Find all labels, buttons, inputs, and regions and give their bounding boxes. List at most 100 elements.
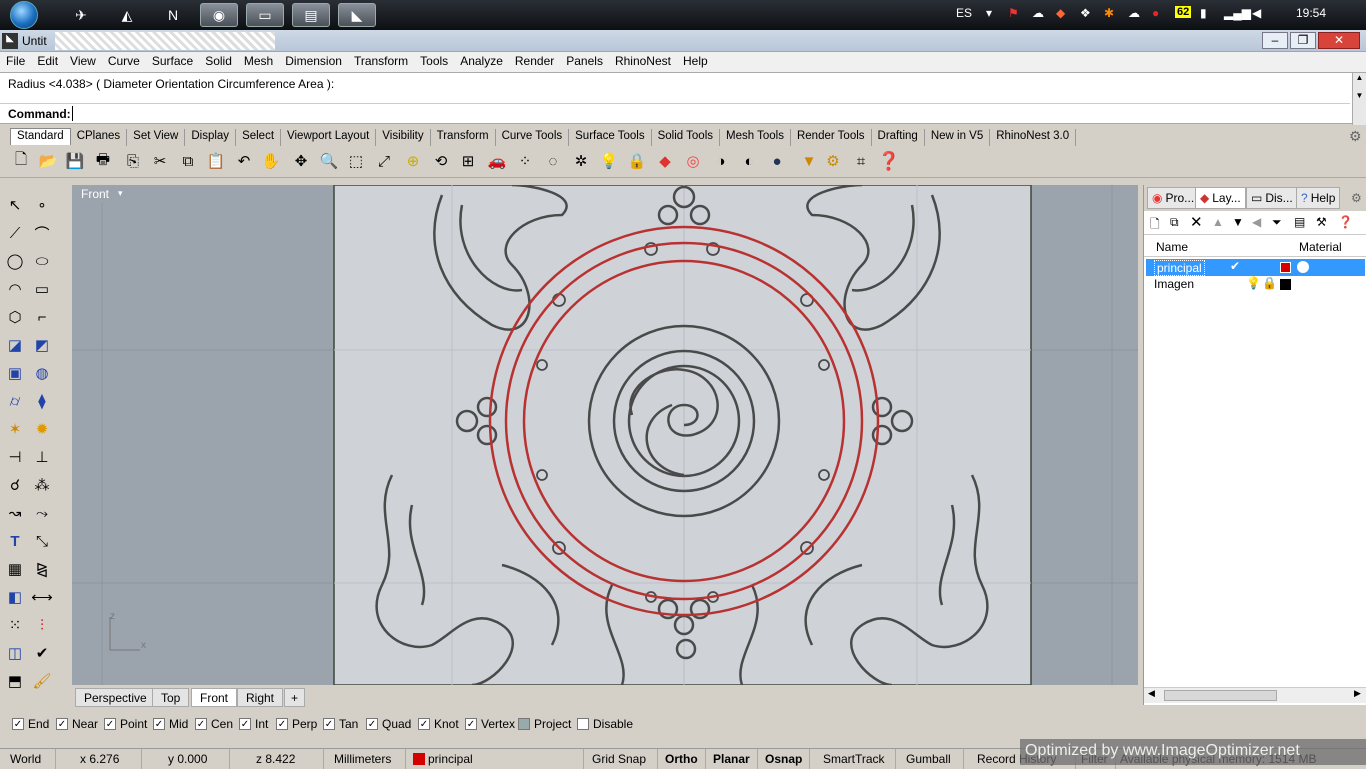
box-icon[interactable]: ▣	[3, 361, 27, 385]
extrude-icon[interactable]: ◩	[30, 333, 54, 357]
add-viewport-icon[interactable]: +	[284, 688, 306, 707]
dimension-icon[interactable]: ⟷	[30, 585, 54, 609]
menu-render[interactable]: Render	[509, 52, 560, 68]
explode-icon[interactable]: ✹	[30, 417, 54, 441]
zoom-extents-icon[interactable]: ⤢	[373, 150, 395, 172]
cut-icon[interactable]: ✂	[149, 150, 171, 172]
taskbar-app-1-icon[interactable]: ✈	[66, 3, 96, 27]
sphere-render-icon[interactable]: ●	[766, 150, 788, 172]
osnap-quad[interactable]: ✓ Quad	[366, 717, 411, 731]
circle-dots-icon[interactable]: ◌	[542, 150, 564, 172]
new-sublayer-icon[interactable]: ⧉	[1170, 215, 1179, 230]
render-box-icon[interactable]: ⬒	[3, 669, 27, 693]
tab-rhinonest[interactable]: RhinoNest 3.0	[990, 129, 1077, 146]
front-viewport[interactable]: Front ▾ z x	[72, 185, 1138, 685]
column-material[interactable]: Material	[1299, 240, 1342, 254]
check-icon[interactable]: ✔	[30, 641, 54, 665]
taskbar-app-2-icon[interactable]: ◭	[112, 3, 142, 27]
layer-color-swatch[interactable]	[1280, 262, 1291, 273]
tray-volume-icon[interactable]: ◀	[1252, 6, 1261, 20]
panel-gear-icon[interactable]: ⚙	[1351, 191, 1362, 205]
group-icon[interactable]: ☌	[3, 473, 27, 497]
paste-icon[interactable]: 📋	[205, 150, 227, 172]
zoom-window-icon[interactable]: ⬚	[345, 150, 367, 172]
select-arrow-icon[interactable]: ↖	[3, 193, 27, 217]
cylinder-icon[interactable]: ⌭	[3, 389, 27, 413]
paint-icon[interactable]: 🖌	[30, 669, 54, 693]
zoom-selected-icon[interactable]: ⊕	[402, 150, 424, 172]
panel-tab-help[interactable]: ? Help	[1296, 187, 1341, 209]
tray-device-icon[interactable]: ▮	[1200, 6, 1207, 20]
menu-view[interactable]: View	[64, 52, 102, 68]
history-icon[interactable]: ⫶	[30, 613, 54, 637]
points-icon[interactable]: ⁘	[514, 150, 536, 172]
tray-dropbox-icon[interactable]: ❖	[1080, 6, 1091, 20]
menu-curve[interactable]: Curve	[102, 52, 146, 68]
filter-icon[interactable]: ▼	[798, 150, 820, 172]
tab-right[interactable]: Right	[237, 688, 284, 707]
tray-cloud2-icon[interactable]: ☁	[1128, 6, 1140, 20]
status-smarttrack[interactable]: SmartTrack	[810, 749, 896, 769]
layer-help-icon[interactable]: ❓	[1338, 215, 1353, 229]
panel-tab-properties[interactable]: ◉ Pro...	[1147, 187, 1200, 209]
split-icon[interactable]: ⊣	[3, 445, 27, 469]
taskbar-app-3-icon[interactable]: N	[158, 3, 188, 27]
help-icon[interactable]: ❓	[878, 150, 900, 172]
gear-light-icon[interactable]: ✲	[570, 150, 592, 172]
scale-icon[interactable]: ⤡	[30, 529, 54, 553]
boolean-icon[interactable]: ◍	[30, 361, 54, 385]
maximize-button[interactable]: ❐	[1290, 32, 1316, 49]
menu-panels[interactable]: Panels	[560, 52, 609, 68]
tray-avast-icon[interactable]: ✱	[1104, 6, 1114, 20]
close-button[interactable]: ✕	[1318, 32, 1360, 49]
trim-icon[interactable]: ⊥	[30, 445, 54, 469]
taskbar-rhino-icon[interactable]: ◣	[338, 3, 376, 27]
tab-visibility[interactable]: Visibility	[376, 129, 431, 146]
osnap-end[interactable]: ✓ End	[12, 717, 49, 731]
tab-mesh-tools[interactable]: Mesh Tools	[720, 129, 791, 146]
menu-edit[interactable]: Edit	[31, 52, 64, 68]
move-left-icon[interactable]: ◀	[1252, 215, 1261, 229]
panel-horizontal-scrollbar[interactable]: ◀ ▶	[1144, 687, 1366, 703]
tab-set-view[interactable]: Set View	[127, 129, 186, 146]
tab-select[interactable]: Select	[236, 129, 282, 146]
curve-icon[interactable]: ⌒	[30, 221, 54, 245]
tab-perspective[interactable]: Perspective	[75, 688, 156, 707]
layer-color-swatch[interactable]	[1280, 279, 1291, 290]
taskbar-explorer-icon[interactable]: ▭	[246, 3, 284, 27]
layer-row-imagen[interactable]: Imagen 💡 🔒	[1146, 276, 1365, 293]
pan-hand-icon[interactable]: ✋	[260, 150, 282, 172]
solid-box-icon[interactable]: ◧	[3, 585, 27, 609]
open-file-icon[interactable]: 📂	[37, 150, 59, 172]
status-ortho[interactable]: Ortho	[658, 749, 706, 769]
undo-icon[interactable]: ↶	[233, 150, 255, 172]
tray-expand-icon[interactable]: ▾	[986, 6, 992, 20]
rotate-view-icon[interactable]: ✥	[290, 150, 312, 172]
column-name[interactable]: Name	[1156, 240, 1188, 254]
status-grid-snap[interactable]: Grid Snap	[584, 749, 658, 769]
panel-tab-layers[interactable]: ◆ Lay...	[1195, 187, 1246, 209]
copy-icon[interactable]: ⧉	[177, 150, 199, 172]
delete-layer-icon[interactable]: ✕	[1190, 213, 1203, 231]
move-up-icon[interactable]: ▲	[1212, 215, 1224, 229]
material-sphere-icon[interactable]	[1297, 261, 1309, 273]
polygon-icon[interactable]: ⬡	[3, 305, 27, 329]
tab-curve-tools[interactable]: Curve Tools	[496, 129, 570, 146]
new-file-icon[interactable]: 🗋	[10, 150, 32, 172]
save-icon[interactable]: 💾	[64, 150, 86, 172]
panel-tab-display[interactable]: ▭ Dis...	[1246, 187, 1298, 209]
tab-solid-tools[interactable]: Solid Tools	[652, 129, 720, 146]
grid-icon[interactable]: ⁙	[3, 613, 27, 637]
filter-layers-icon[interactable]: ⏷	[1272, 215, 1282, 230]
rectangle-icon[interactable]: ▭	[30, 277, 54, 301]
tray-mail-icon[interactable]: ●	[1152, 6, 1159, 20]
tray-app-icon[interactable]: ◆	[1056, 6, 1065, 20]
osnap-perp[interactable]: ✓ Perp	[276, 717, 317, 731]
layer-lock-icon[interactable]: 🔒	[1262, 276, 1277, 290]
command-scrollbar[interactable]: ▲ ▼	[1352, 73, 1366, 125]
ellipse-icon[interactable]: ⬭	[30, 249, 54, 273]
array-icon[interactable]: ▦	[3, 557, 27, 581]
options-gear-icon[interactable]: ⚙	[822, 150, 844, 172]
osnap-near[interactable]: ✓ Near	[56, 717, 98, 731]
menu-file[interactable]: File	[0, 52, 31, 68]
